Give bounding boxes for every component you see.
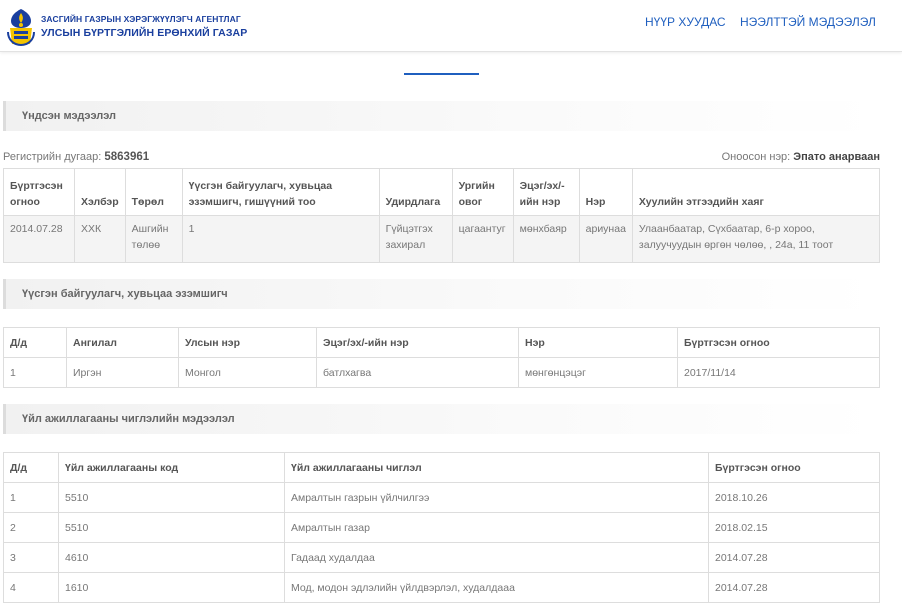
table-header-cell: Эцэг/эх/-ийн нэр <box>512 168 580 216</box>
nav-public-info-link[interactable]: НЭЭЛТТЭЙ МЭДЭЭЛЭЛ <box>740 15 876 29</box>
table-cell: 2018.10.26 <box>708 482 880 513</box>
table-cell: ариунаа <box>578 215 633 263</box>
table-header-cell: Ургийн овог <box>451 168 514 216</box>
table-cell: 1610 <box>58 572 285 603</box>
table-header-cell: Д/д <box>3 327 67 358</box>
table-cell: 2017/11/14 <box>677 357 880 388</box>
section-activities: Үйл ажиллагааны чиглэлийн мэдээлэл <box>3 404 879 434</box>
section-activities-title: Үйл ажиллагааны чиглэлийн мэдээлэл <box>22 413 235 425</box>
table-cell: 2018.02.15 <box>708 512 880 543</box>
table-row: 2 5510 Амралтын газар 2018.02.15 <box>3 512 880 543</box>
table-cell: цагаантуг <box>451 215 514 263</box>
table-cell: Гүйцэтгэх захирал <box>378 215 453 263</box>
table-cell: Иргэн <box>66 357 179 388</box>
table-header-row: Д/д Ангилал Улсын нэр Эцэг/эх/-ийн нэр Н… <box>3 327 880 358</box>
table-row: 3 4610 Гадаад худалдаа 2014.07.28 <box>3 542 880 573</box>
table-row: 4 1610 Мод, модон эдлэлийн үйлдвэрлэл, х… <box>3 572 880 603</box>
registration-number: Регистрийн дугаар: 5863961 <box>3 151 149 163</box>
registration-number-value: 5863961 <box>104 151 150 163</box>
table-header-cell: Эцэг/эх/-ийн нэр <box>316 327 519 358</box>
table-header-cell: Улсын нэр <box>178 327 317 358</box>
organization-name: ЗАСГИЙН ГАЗРЫН ХЭРЭГЖҮҮЛЭГЧ АГЕНТЛАГ УЛС… <box>41 14 247 39</box>
soyombo-emblem-icon <box>7 9 35 46</box>
registration-number-label: Регистрийн дугаар: <box>3 151 102 163</box>
table-cell: Улаанбаатар, Сүхбаатар, 6-р хороо, залуу… <box>631 215 881 263</box>
table-header-cell: Үүсгэн байгуулагч, хувьцаа эзэмшигч, гиш… <box>181 168 380 216</box>
table-cell: 3 <box>3 542 59 573</box>
page-title-underline <box>404 73 479 75</box>
table-cell: 5510 <box>58 512 285 543</box>
table-cell: Амралтын газрын үйлчилгээ <box>284 482 709 513</box>
table-cell: 1 <box>181 215 380 263</box>
table-header-cell: Нэр <box>518 327 678 358</box>
table-cell: Монгол <box>178 357 317 388</box>
section-basic-info: Үндсэн мэдээлэл <box>3 101 879 131</box>
table-cell: 1 <box>3 357 67 388</box>
table-cell: Гадаад худалдаа <box>284 542 709 573</box>
basic-info-table: Бүртгэсэн огноо Хэлбэр Төрөл Үүсгэн байг… <box>3 168 881 263</box>
top-header: ЗАСГИЙН ГАЗРЫН ХЭРЭГЖҮҮЛЭГЧ АГЕНТЛАГ УЛС… <box>0 0 902 52</box>
table-cell: батлхагва <box>316 357 519 388</box>
table-cell: 4 <box>3 572 59 603</box>
nav-home-link[interactable]: НҮҮР ХУУДАС <box>645 15 726 29</box>
table-header-cell: Нэр <box>578 168 633 216</box>
company-name-label: Оноосон нэр: <box>721 151 791 163</box>
table-cell: ХХК <box>74 215 126 263</box>
table-cell: мөнхбаяр <box>512 215 580 263</box>
table-header-cell: Бүртгэсэн огноо <box>708 452 880 483</box>
table-header-row: Д/д Үйл ажиллагааны код Үйл ажиллагааны … <box>3 452 880 483</box>
table-header-cell: Д/д <box>3 452 59 483</box>
section-basic-info-title: Үндсэн мэдээлэл <box>22 110 117 122</box>
table-cell: Мод, модон эдлэлийн үйлдвэрлэл, худалдаа… <box>284 572 709 603</box>
table-cell: 5510 <box>58 482 285 513</box>
table-header-cell: Үйл ажиллагааны чиглэл <box>284 452 709 483</box>
table-cell: 2014.07.28 <box>708 542 880 573</box>
activities-table: Д/д Үйл ажиллагааны код Үйл ажиллагааны … <box>3 452 880 603</box>
table-row: 1 5510 Амралтын газрын үйлчилгээ 2018.10… <box>3 482 880 513</box>
table-header-cell: Үйл ажиллагааны код <box>58 452 285 483</box>
section-founders-title: Үүсгэн байгуулагч, хувьцаа эзэмшигч <box>22 288 228 300</box>
table-cell: 2014.07.28 <box>708 572 880 603</box>
table-cell: Амралтын газар <box>284 512 709 543</box>
table-cell: 2014.07.28 <box>3 215 75 263</box>
organization-line-2: УЛСЫН БҮРТГЭЛИЙН ЕРӨНХИЙ ГАЗАР <box>41 27 248 39</box>
table-header-cell: Удирдлага <box>378 168 453 216</box>
table-header-cell: Бүртгэсэн огноо <box>677 327 880 358</box>
table-header-cell: Төрөл <box>124 168 183 216</box>
table-header-cell: Бүртгэсэн огноо <box>3 168 75 216</box>
table-cell: Ашгийн төлөө <box>124 215 183 263</box>
table-row: 1 Иргэн Монгол батлхагва мөнгөнцэцэг 201… <box>3 357 880 388</box>
table-cell: мөнгөнцэцэг <box>518 357 678 388</box>
table-header-cell: Ангилал <box>66 327 179 358</box>
section-founders: Үүсгэн байгуулагч, хувьцаа эзэмшигч <box>3 279 879 309</box>
table-cell: 1 <box>3 482 59 513</box>
table-header-cell: Хэлбэр <box>74 168 126 216</box>
table-header-cell: Хуулийн этгээдийн хаяг <box>631 168 881 216</box>
table-cell: 4610 <box>58 542 285 573</box>
table-header-row: Бүртгэсэн огноо Хэлбэр Төрөл Үүсгэн байг… <box>3 168 881 216</box>
table-cell: 2 <box>3 512 59 543</box>
founders-table: Д/д Ангилал Улсын нэр Эцэг/эх/-ийн нэр Н… <box>3 327 880 388</box>
company-name-value: Эпато анарваан <box>793 151 880 163</box>
organization-line-1: ЗАСГИЙН ГАЗРЫН ХЭРЭГЖҮҮЛЭГЧ АГЕНТЛАГ <box>41 14 241 24</box>
table-row: 2014.07.28 ХХК Ашгийн төлөө 1 Гүйцэтгэх … <box>3 215 881 263</box>
company-name: Оноосон нэр: Эпато анарваан <box>722 151 880 163</box>
